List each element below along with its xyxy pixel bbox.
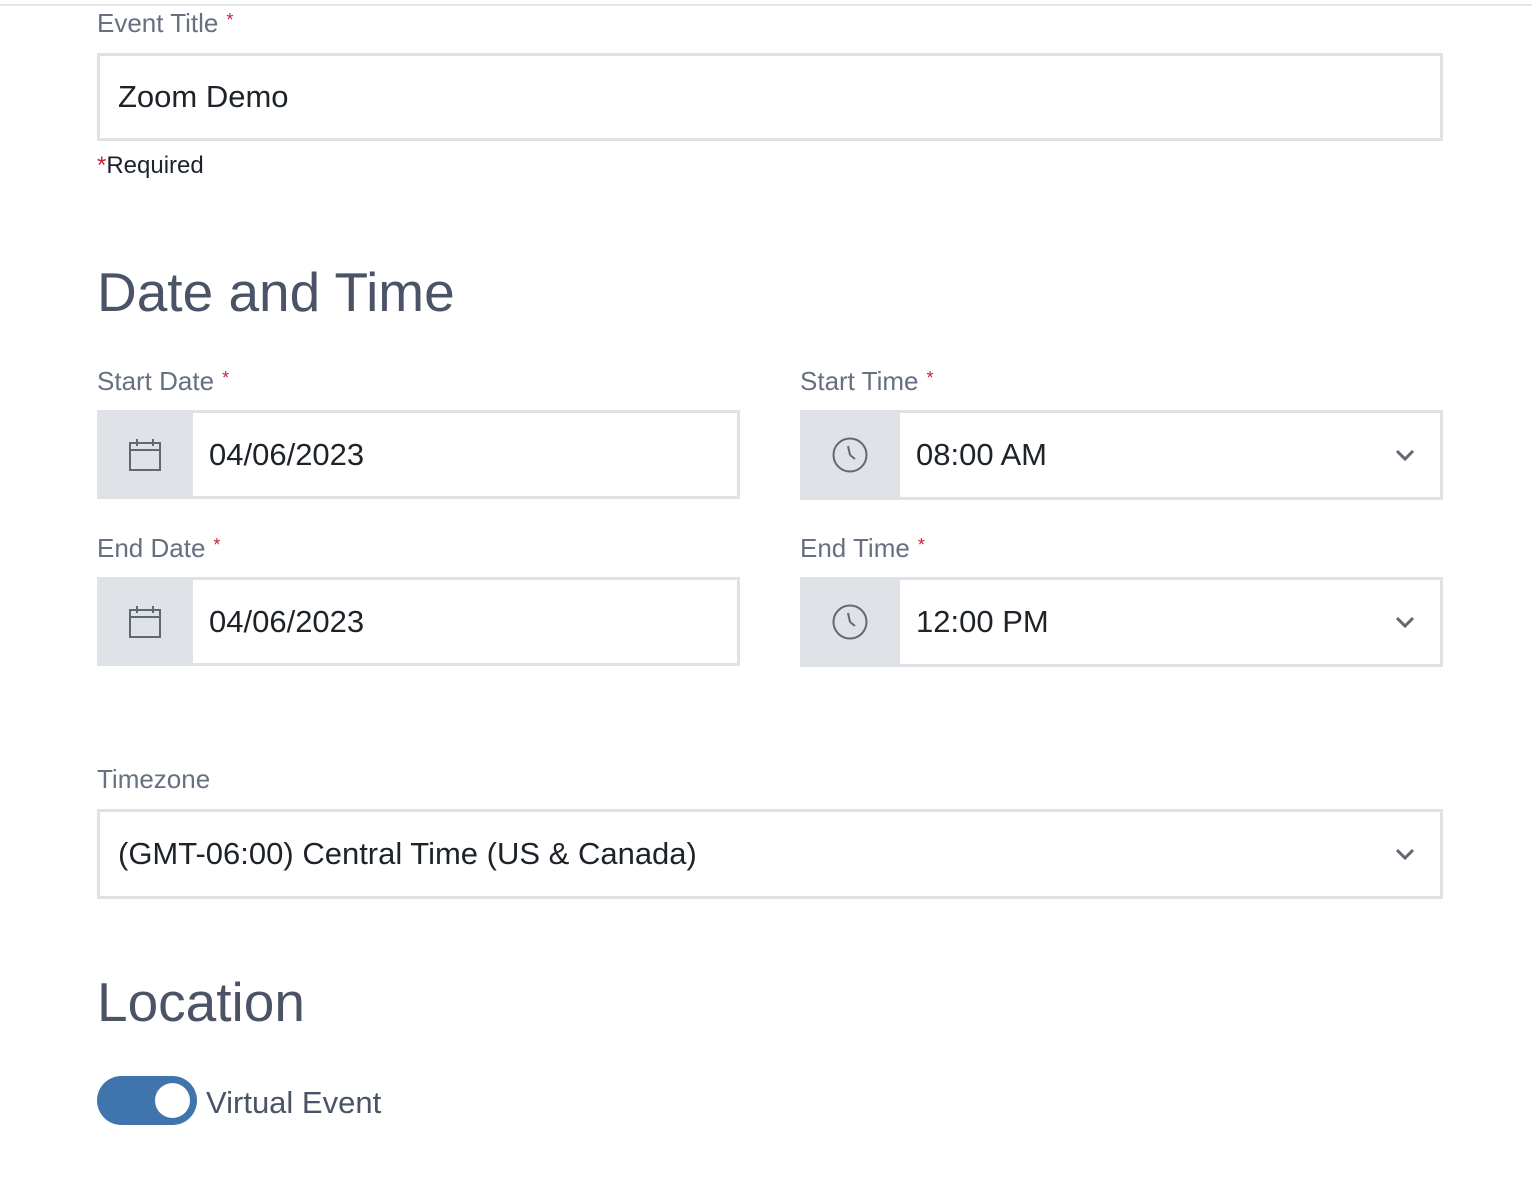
start-time-label: Start Time * bbox=[800, 366, 934, 397]
start-date-input[interactable]: 04/06/2023 bbox=[193, 410, 740, 499]
end-date-field[interactable]: 04/06/2023 bbox=[97, 577, 740, 666]
virtual-event-toggle[interactable] bbox=[97, 1076, 197, 1125]
required-note-text: Required bbox=[106, 152, 204, 179]
date-time-heading: Date and Time bbox=[97, 261, 455, 323]
clock-icon[interactable] bbox=[800, 410, 900, 500]
timezone-value: (GMT-06:00) Central Time (US & Canada) bbox=[118, 836, 697, 871]
chevron-down-icon bbox=[1395, 449, 1415, 462]
end-date-value: 04/06/2023 bbox=[209, 603, 365, 639]
chevron-down-icon bbox=[1395, 848, 1415, 861]
end-time-field[interactable]: 12:00 PM bbox=[800, 577, 1443, 667]
event-title-label-text: Event Title bbox=[97, 8, 219, 38]
event-title-input[interactable]: Zoom Demo bbox=[97, 53, 1443, 141]
timezone-select[interactable]: (GMT-06:00) Central Time (US & Canada) bbox=[97, 809, 1443, 899]
start-date-label: Start Date * bbox=[97, 366, 229, 397]
end-date-label-text: End Date bbox=[97, 533, 206, 563]
required-star: * bbox=[926, 368, 934, 388]
end-time-label-text: End Time bbox=[800, 533, 910, 563]
required-star: * bbox=[917, 535, 925, 555]
toggle-knob bbox=[155, 1083, 190, 1118]
start-date-field[interactable]: 04/06/2023 bbox=[97, 410, 740, 499]
virtual-event-label: Virtual Event bbox=[206, 1085, 382, 1120]
event-title-value: Zoom Demo bbox=[118, 79, 289, 114]
event-title-label: Event Title * bbox=[97, 8, 233, 39]
required-star: * bbox=[226, 10, 234, 30]
start-time-label-text: Start Time bbox=[800, 366, 919, 396]
end-time-label: End Time * bbox=[800, 533, 925, 564]
chevron-down-icon bbox=[1395, 616, 1415, 629]
end-date-input[interactable]: 04/06/2023 bbox=[193, 577, 740, 666]
calendar-icon[interactable] bbox=[97, 577, 193, 666]
required-star: * bbox=[213, 535, 221, 555]
end-time-value: 12:00 PM bbox=[916, 604, 1049, 639]
required-star: * bbox=[222, 368, 230, 388]
end-time-select[interactable]: 12:00 PM bbox=[900, 577, 1443, 667]
calendar-icon[interactable] bbox=[97, 410, 193, 499]
start-time-value: 08:00 AM bbox=[916, 437, 1047, 472]
start-date-value: 04/06/2023 bbox=[209, 436, 365, 472]
required-note-star: * bbox=[97, 152, 107, 179]
end-date-label: End Date * bbox=[97, 533, 220, 564]
clock-icon[interactable] bbox=[800, 577, 900, 667]
required-note: *Required bbox=[97, 152, 204, 180]
location-heading: Location bbox=[97, 971, 305, 1033]
start-time-select[interactable]: 08:00 AM bbox=[900, 410, 1443, 500]
start-date-label-text: Start Date bbox=[97, 366, 215, 396]
start-time-field[interactable]: 08:00 AM bbox=[800, 410, 1443, 500]
timezone-label: Timezone bbox=[97, 764, 211, 794]
top-divider bbox=[0, 4, 1532, 6]
